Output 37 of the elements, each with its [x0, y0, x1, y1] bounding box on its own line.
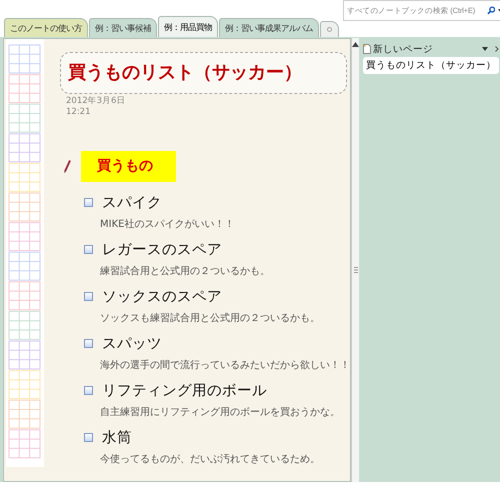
page-list-item[interactable]: 買うものリスト（サッカー） [363, 57, 499, 74]
checkbox[interactable] [84, 386, 93, 394]
notebook-tab[interactable]: このノートの使い方 [4, 18, 88, 37]
item-title: スパイク [102, 194, 162, 212]
page-time: 12:21 [66, 107, 92, 118]
item-note: 海外の選手の間で流行っているみたいだから欲しい！！ [100, 358, 350, 373]
notebook-tab[interactable]: 例：習い事候補 [89, 18, 157, 37]
item-title: リフティング用のボール [102, 382, 267, 400]
page-title[interactable]: 買うものリスト（サッカー） [60, 52, 347, 94]
item-note: MIKE社のスパイクがいい！！ [100, 218, 236, 232]
item-title: 水筒 [102, 428, 132, 446]
highlighted-heading: 買うもの [81, 151, 176, 182]
item-note: ソックスも練習試合用と公式用の２ついるかも。 [100, 312, 321, 326]
item-title: レガースのスペア [102, 240, 222, 258]
scroll-up-icon[interactable] [352, 42, 359, 47]
item-note: 練習試合用と公式用の２ついるかも。 [100, 264, 271, 279]
search-icon[interactable] [486, 6, 496, 15]
chevron-right-icon[interactable] [495, 46, 499, 52]
notebook-tab[interactable]: 例：用品買物 [158, 16, 218, 37]
checkbox[interactable] [84, 244, 93, 254]
grip-icon [354, 267, 358, 273]
item-title: スパッツ [102, 334, 162, 352]
new-section-tab[interactable] [320, 21, 339, 37]
dropdown-caret-icon[interactable] [482, 47, 488, 51]
checkbox[interactable] [84, 198, 93, 206]
checkbox[interactable] [84, 292, 93, 300]
item-title: ソックスのスペア [102, 288, 222, 306]
page-date: 2012年3月6日 [66, 96, 126, 107]
notebook-tab[interactable]: 例：習い事成果アルバム [219, 18, 319, 37]
scrollbar[interactable] [351, 38, 359, 482]
checkbox[interactable] [84, 432, 93, 442]
new-page-button[interactable]: 新しいページ [373, 42, 480, 56]
checkbox[interactable] [84, 338, 93, 348]
pen-icon [64, 160, 71, 173]
item-note: 自主練習用にリフティング用のボールを買おうかな。 [100, 406, 341, 420]
item-note: 今使ってるものが、だいぶ汚れてきているため。 [100, 453, 321, 467]
page-icon [363, 44, 371, 54]
